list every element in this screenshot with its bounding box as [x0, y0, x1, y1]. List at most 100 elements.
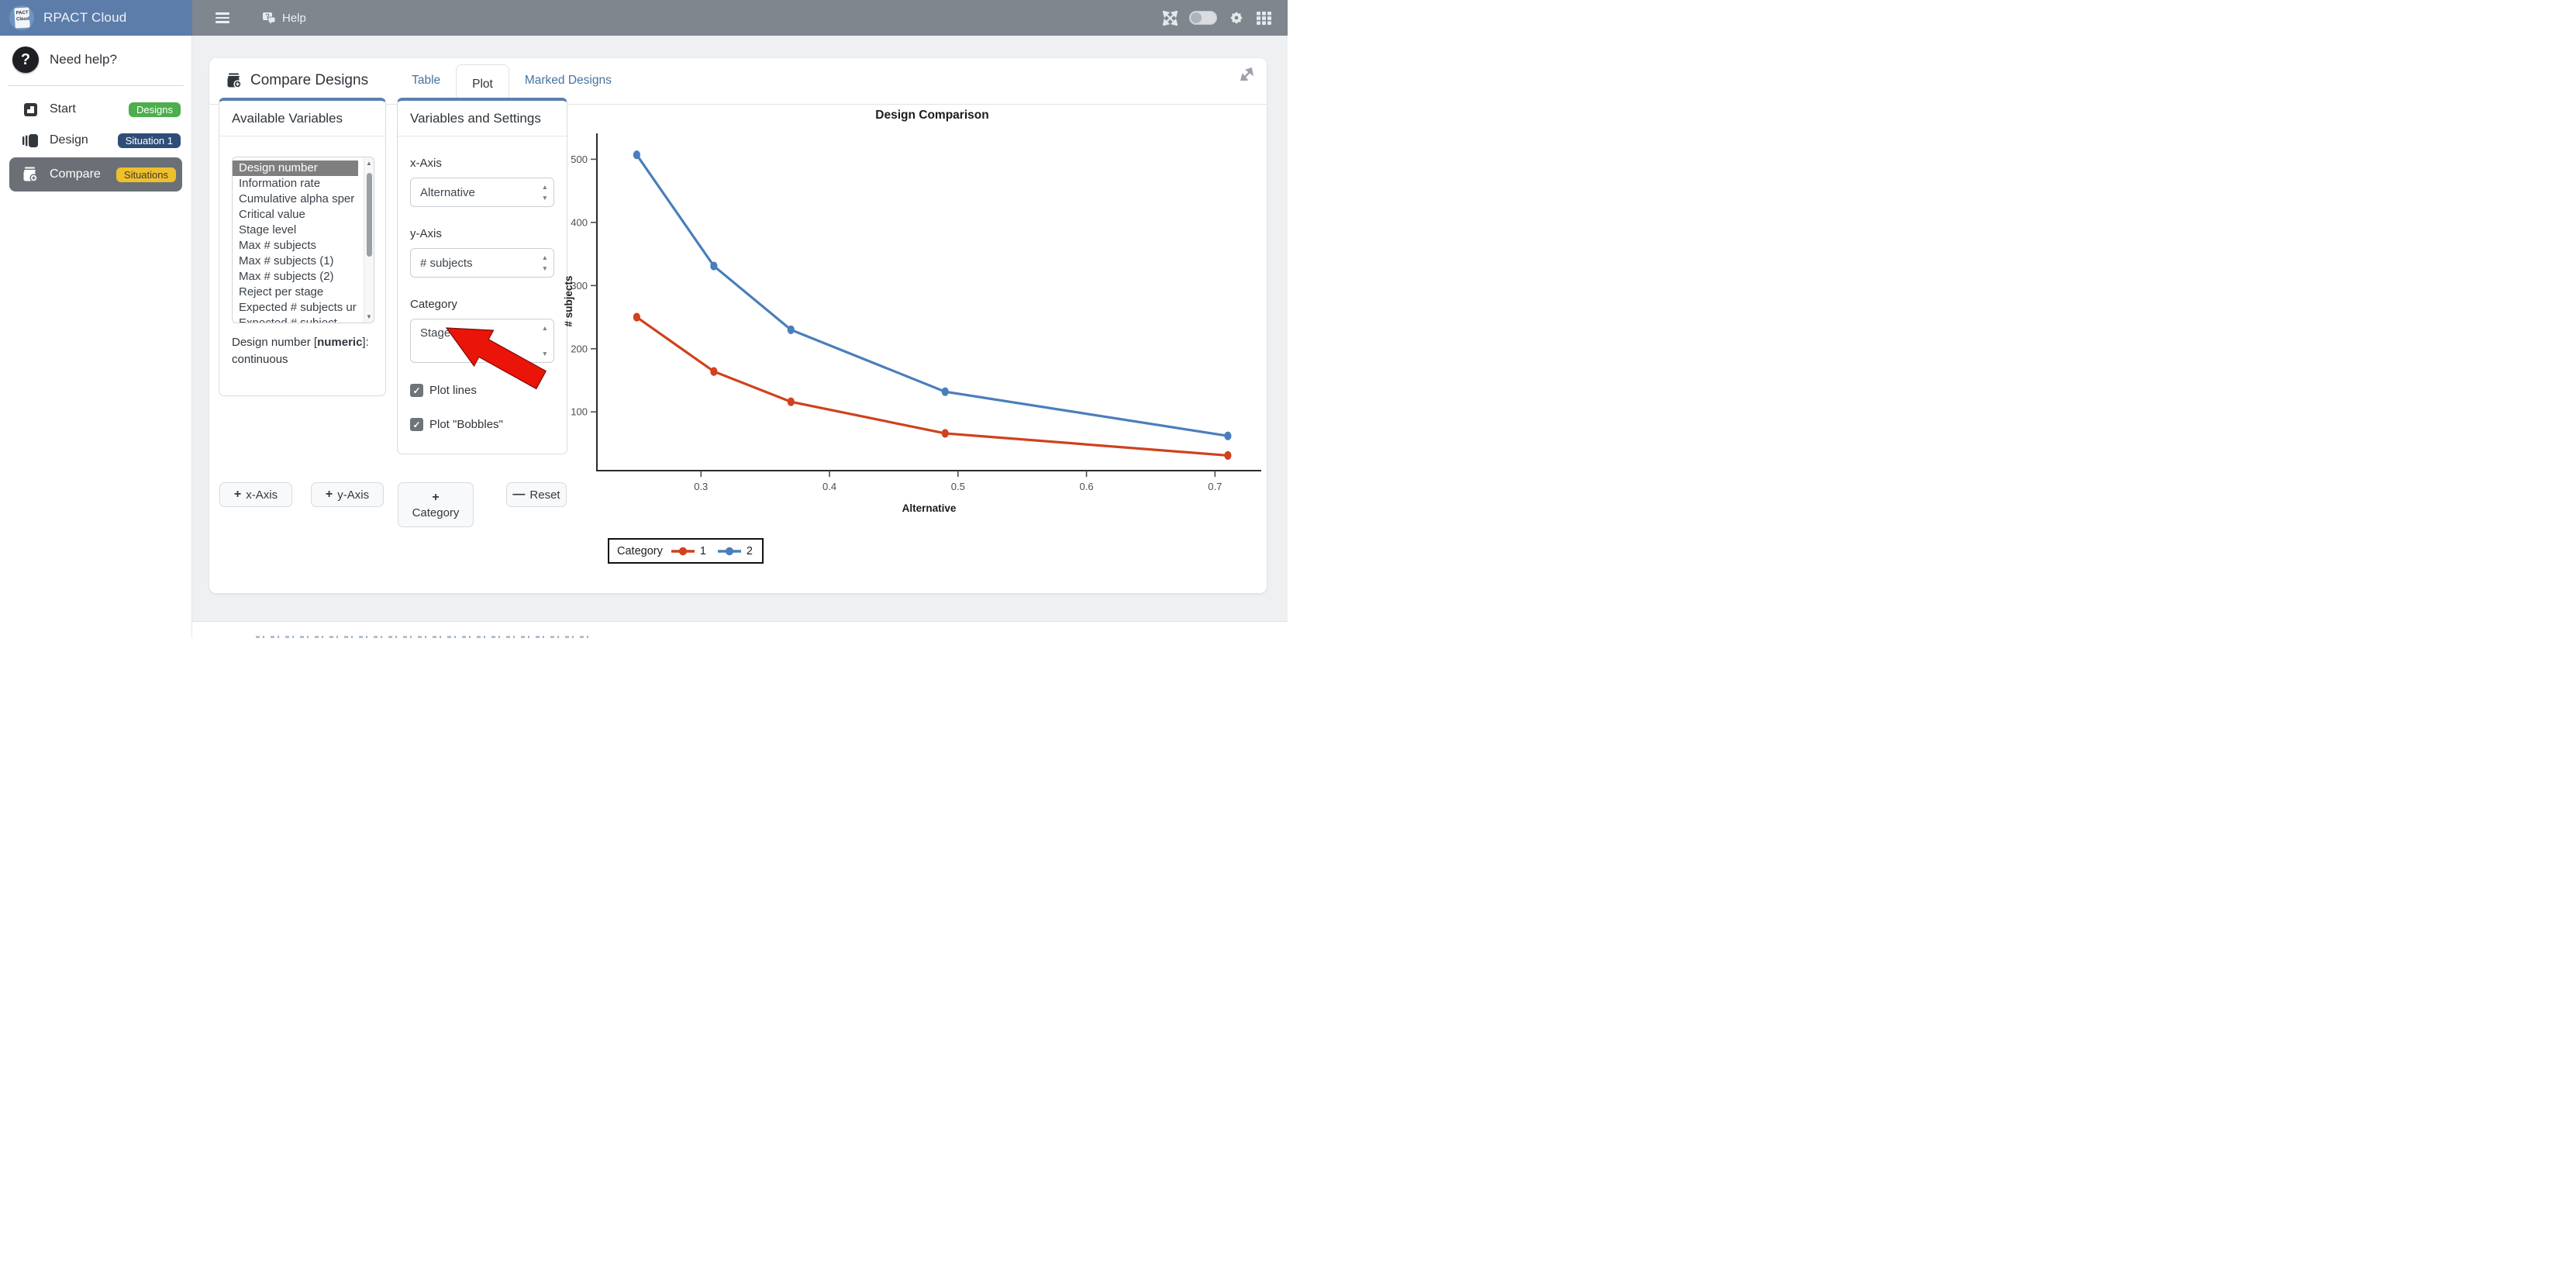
brand-title: RPACT Cloud	[43, 10, 126, 26]
logo-text-2: Cloud	[16, 17, 29, 22]
y-axis-select[interactable]: # subjects ▲▼	[410, 248, 554, 278]
fullscreen-move-icon[interactable]	[1163, 11, 1178, 26]
badge-situations: Situations	[116, 167, 176, 182]
variable-list-item[interactable]: Max # subjects	[233, 238, 358, 254]
sidebar-item-label: Compare	[50, 167, 101, 181]
grid-apps-icon[interactable]	[1256, 11, 1272, 26]
add-category-button[interactable]: + Category	[398, 482, 474, 527]
sidebar-item-compare[interactable]: Compare Situations	[9, 157, 182, 192]
start-icon	[22, 102, 39, 117]
svg-text:0.7: 0.7	[1208, 481, 1222, 492]
variable-list-item[interactable]: Reject per stage	[233, 285, 358, 300]
svg-text:400: 400	[571, 216, 588, 228]
variable-list-item[interactable]: Max # subjects (1)	[233, 254, 358, 269]
plus-icon: +	[234, 488, 241, 502]
compare-icon	[22, 167, 39, 182]
topbar: ? Help	[192, 0, 1288, 36]
tab-marked-designs[interactable]: Marked Designs	[509, 57, 627, 104]
svg-text:0.3: 0.3	[694, 481, 708, 492]
svg-text:0.6: 0.6	[1080, 481, 1094, 492]
sun-settings-icon[interactable]	[1229, 10, 1244, 26]
add-y-axis-button[interactable]: + y-Axis	[311, 482, 384, 507]
variables-settings-title: Variables and Settings	[398, 101, 567, 136]
variable-list-item[interactable]: Expected # subject	[233, 316, 358, 323]
spinner-arrows-icon[interactable]: ▲▼	[542, 178, 548, 206]
legend-entries: 12	[671, 545, 753, 557]
category-select[interactable]: Stage ▲▼	[410, 319, 554, 363]
scrollbar-thumb[interactable]	[367, 173, 372, 257]
card-title: Compare Designs	[250, 72, 368, 89]
spinner-arrows-icon[interactable]: ▲▼	[542, 249, 548, 277]
plot-bobbles-label: Plot "Bobbles"	[429, 418, 503, 431]
variable-list-item[interactable]: Critical value	[233, 207, 358, 223]
svg-text:Design Comparison: Design Comparison	[875, 109, 988, 122]
design-icon	[22, 133, 39, 148]
x-axis-label: x-Axis	[410, 157, 554, 170]
plot-lines-checkbox[interactable]: ✓	[410, 384, 423, 397]
available-variables-panel: Available Variables Design numberInforma…	[219, 98, 386, 396]
x-axis-select[interactable]: Alternative ▲▼	[410, 178, 554, 207]
svg-text:Alternative: Alternative	[902, 502, 957, 514]
sidebar-item-design[interactable]: Design Situation 1	[0, 125, 191, 156]
legend-entry: 2	[717, 545, 753, 557]
listbox-scrollbar[interactable]: ▲ ▼	[364, 157, 374, 323]
category-label: Category	[410, 298, 554, 311]
help-label: Help	[282, 12, 306, 25]
app-root: PACTCloud RPACT Cloud ? Help	[0, 0, 1288, 638]
compare-designs-icon	[226, 73, 243, 88]
svg-text:0.4: 0.4	[822, 481, 836, 492]
variable-list-item[interactable]: Max # subjects (2)	[233, 269, 358, 285]
variable-listbox[interactable]: Design numberInformation rateCumulative …	[232, 157, 374, 323]
variable-description: Design number [numeric]: continuous	[232, 334, 373, 368]
brand: PACTCloud RPACT Cloud	[0, 0, 192, 36]
footer	[192, 621, 1288, 638]
y-axis-label: y-Axis	[410, 227, 554, 240]
plot-bobbles-checkbox[interactable]: ✓	[410, 418, 423, 431]
x-axis-value: Alternative	[420, 186, 475, 199]
scroll-up-icon[interactable]: ▲	[364, 160, 374, 167]
sidebar-item-start[interactable]: Start Designs	[0, 94, 191, 125]
footer-cutoff-text	[256, 636, 589, 638]
add-x-axis-button[interactable]: + x-Axis	[219, 482, 292, 507]
sidebar-nav: Start Designs Design Situation 1	[0, 86, 191, 192]
chart-legend: Category 12	[608, 538, 764, 564]
rpact-logo-icon: PACTCloud	[9, 5, 34, 30]
scroll-down-icon[interactable]: ▼	[364, 313, 374, 320]
legend-entry: 1	[671, 545, 706, 557]
sidebar-item-label: Start	[50, 102, 76, 116]
spinner-arrows-icon[interactable]: ▲▼	[542, 319, 548, 362]
question-mark-icon: ?	[12, 47, 39, 73]
hamburger-menu-icon[interactable]	[216, 10, 229, 26]
variable-list-item[interactable]: Cumulative alpha sper	[233, 192, 358, 207]
svg-text:200: 200	[571, 343, 588, 354]
legend-title: Category	[617, 545, 663, 557]
toggle-knob	[1191, 12, 1202, 23]
badge-situation-1: Situation 1	[118, 133, 181, 148]
need-help-label: Need help?	[50, 52, 117, 67]
plot-lines-label: Plot lines	[429, 384, 477, 397]
plot-bobbles-row[interactable]: ✓ Plot "Bobbles"	[410, 418, 554, 431]
plus-icon: +	[326, 488, 333, 502]
svg-text:0.5: 0.5	[951, 481, 965, 492]
tab-table[interactable]: Table	[396, 57, 456, 104]
help-bubbles-icon: ?	[262, 12, 277, 25]
badge-designs: Designs	[129, 102, 181, 117]
svg-text:500: 500	[571, 154, 588, 165]
svg-text:100: 100	[571, 406, 588, 418]
variable-list-item[interactable]: Information rate	[233, 176, 358, 192]
variable-list: Design numberInformation rateCumulative …	[233, 160, 364, 323]
sidebar: ? Need help? Start Designs Design Situat…	[0, 36, 192, 638]
need-help-link[interactable]: ? Need help?	[0, 36, 191, 84]
variable-list-item[interactable]: Stage level	[233, 223, 358, 238]
minus-icon: —	[512, 488, 525, 502]
help-button[interactable]: ? Help	[262, 12, 306, 25]
main-content: Compare Designs Table Plot Marked Design…	[192, 36, 1288, 638]
expand-card-icon[interactable]	[1240, 67, 1254, 81]
plot-lines-row[interactable]: ✓ Plot lines	[410, 384, 554, 397]
variables-settings-panel: Variables and Settings x-Axis Alternativ…	[397, 98, 567, 454]
variable-list-item[interactable]: Expected # subjects ur	[233, 300, 358, 316]
category-value: Stage	[420, 326, 450, 340]
variable-list-item[interactable]: Design number	[233, 160, 358, 176]
tab-bar: Table Plot Marked Designs	[396, 57, 627, 104]
theme-toggle[interactable]	[1189, 11, 1217, 25]
